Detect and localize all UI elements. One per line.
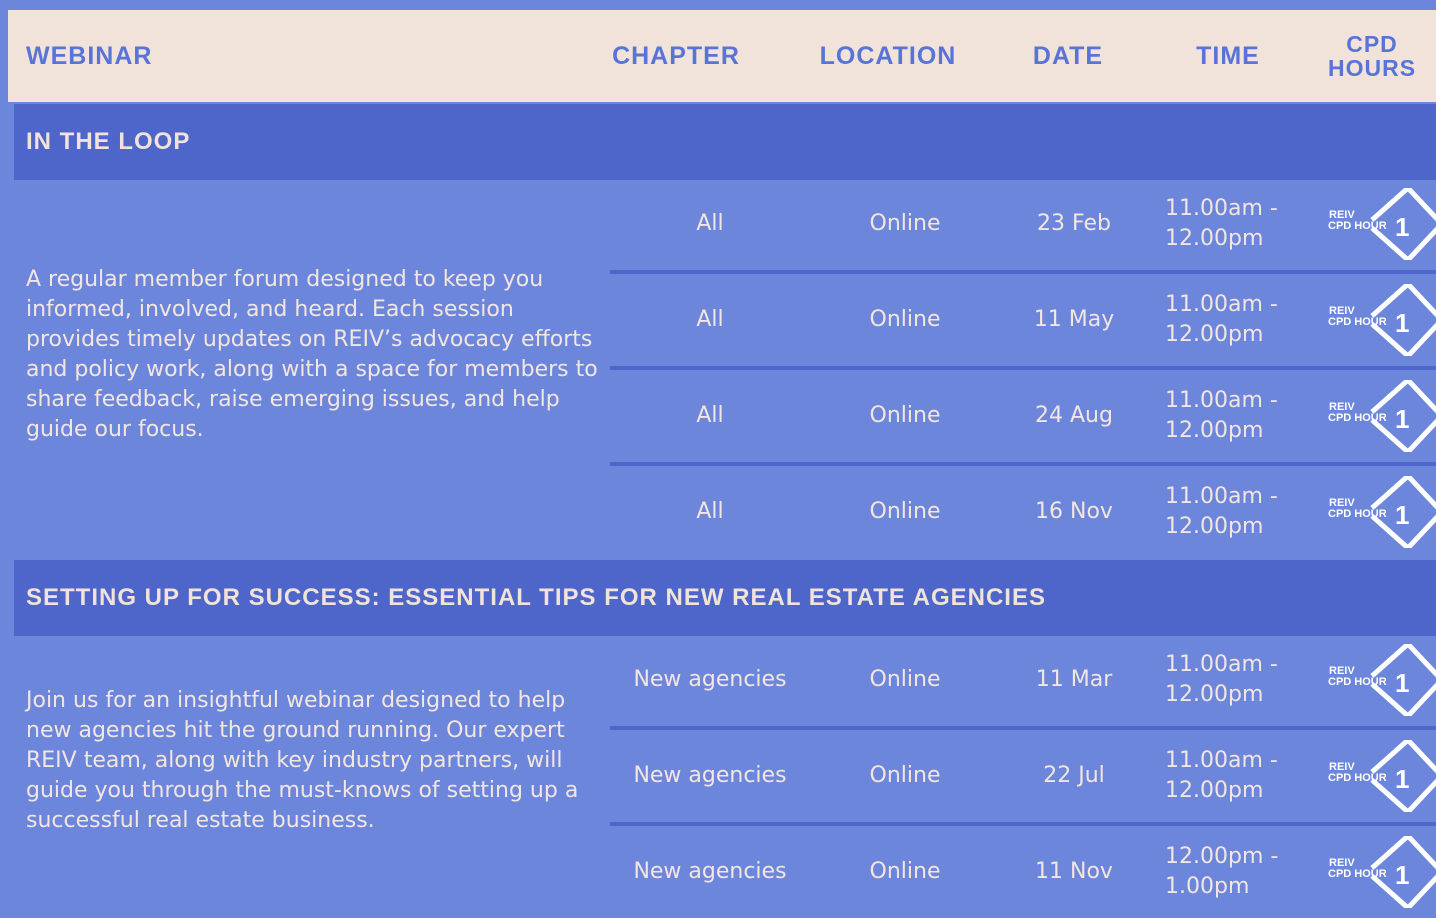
header-cpd-line2: HOURS: [1327, 55, 1417, 81]
badge-number: 1: [1395, 764, 1409, 794]
row-location: Online: [869, 403, 941, 428]
row-chapter: All: [696, 403, 724, 428]
badge-number: 1: [1395, 404, 1409, 434]
session-row: New agencies Online 11 Nov 12.00pm - 1.00pm…: [610, 826, 1436, 918]
cpd-hour-badge-icon: REIVCPD HOUR 1: [1328, 476, 1436, 548]
row-date: 24 Aug: [1035, 403, 1113, 428]
row-time: 11.00am - 12.00pm: [1165, 484, 1278, 539]
badge-number: 1: [1395, 500, 1409, 530]
row-location: Online: [869, 211, 941, 236]
row-date: 11 Mar: [1035, 667, 1113, 692]
header-location: LOCATION: [819, 41, 957, 70]
row-location: Online: [869, 763, 941, 788]
header-date: DATE: [1032, 41, 1104, 70]
badge-line2: CPD HOUR: [1328, 772, 1387, 784]
badge-number: 1: [1395, 668, 1409, 698]
row-date: 11 May: [1033, 307, 1115, 332]
session-row: All Online 11 May 11.00am - 12.00pm REIV CPD …: [610, 274, 1436, 366]
row-location: Online: [869, 859, 941, 884]
cpd-hour-badge-icon: REIVCPD HOUR 1: [1328, 644, 1436, 716]
row-location: Online: [869, 307, 941, 332]
table-header: WEBINAR CHAPTER LOCATION DATE TIME CPD H…: [8, 10, 1436, 102]
badge-line2: CPD HOUR: [1328, 676, 1387, 688]
badge-number: 1: [1395, 212, 1409, 242]
badge-number: 1: [1395, 308, 1409, 338]
row-location: Online: [869, 499, 941, 524]
row-divider: [610, 270, 1436, 274]
cpd-hour-badge-icon: REIVCPD HOUR 1: [1328, 284, 1436, 356]
row-location: Online: [869, 667, 941, 692]
section-description: A regular member forum designed to keep …: [26, 267, 598, 442]
row-time: 11.00am - 12.00pm: [1165, 292, 1278, 347]
row-chapter: All: [696, 307, 724, 332]
row-date: 22 Jul: [1043, 763, 1105, 788]
badge-number: 1: [1395, 860, 1409, 890]
row-time: 11.00am - 12.00pm: [1165, 196, 1278, 251]
badge-line2: CPD HOUR: [1328, 316, 1387, 328]
session-row: New agencies Online 11 Mar 11.00am - 12.00p…: [610, 634, 1436, 726]
row-time: 12.00pm - 1.00pm: [1165, 844, 1279, 899]
session-row: New agencies Online 22 Jul 11.00am - 12.00p…: [610, 730, 1436, 822]
badge-line2: CPD HOUR: [1328, 220, 1387, 232]
section-title-text: SETTING UP FOR SUCCESS: ESSENTIAL TIPS F…: [26, 584, 1046, 611]
row-chapter: All: [696, 499, 724, 524]
row-date: 11 Nov: [1035, 859, 1113, 884]
row-chapter: New agencies: [633, 667, 787, 692]
row-time: 11.00am - 12.00pm: [1165, 652, 1278, 707]
row-chapter: New agencies: [633, 763, 787, 788]
row-divider: [610, 462, 1436, 466]
cpd-hour-badge-icon: REIVCPD HOUR 1: [1328, 380, 1436, 452]
session-row: All Online 24 Aug 11.00am - 12.00pm REIV CPD …: [610, 370, 1436, 462]
row-divider: [610, 366, 1436, 370]
row-date: 23 Feb: [1037, 211, 1111, 236]
row-chapter: New agencies: [633, 859, 787, 884]
section-title-setting-up-for-success: SETTING UP FOR SUCCESS: ESSENTIAL TIPS F…: [14, 560, 1436, 636]
header-chapter: CHAPTER: [612, 41, 740, 70]
header-cpd-hours: CPD HOURS: [1316, 10, 1428, 102]
header-time: TIME: [1196, 41, 1260, 70]
badge-line2: CPD HOUR: [1328, 868, 1387, 880]
cpd-hour-badge-icon: REIVCPD HOUR 1: [1328, 740, 1436, 812]
session-row: All Online 16 Nov 11.00am - 12.00pm REIV CPD …: [610, 466, 1436, 558]
section-title-in-the-loop: IN THE LOOP: [14, 104, 1436, 180]
cpd-hour-badge-icon: REIVCPD HOUR 1: [1328, 188, 1436, 260]
badge-line2: CPD HOUR: [1328, 508, 1387, 520]
row-divider: [610, 726, 1436, 730]
section-description: Join us for an insightful webinar design…: [26, 688, 579, 833]
row-time: 11.00am - 12.00pm: [1165, 388, 1278, 443]
header-cpd-line1: CPD: [1346, 31, 1398, 57]
row-date: 16 Nov: [1035, 499, 1113, 524]
badge-line2: CPD HOUR: [1328, 412, 1387, 424]
row-chapter: All: [696, 211, 724, 236]
section-title-text: IN THE LOOP: [26, 128, 191, 155]
row-time: 11.00am - 12.00pm: [1165, 748, 1278, 803]
session-row: All Online 23 Feb 11.00am - 12.00pm REIV CPD …: [610, 178, 1436, 270]
row-divider: [610, 822, 1436, 826]
header-webinar: WEBINAR: [26, 41, 153, 70]
cpd-hour-badge-icon: REIVCPD HOUR 1: [1328, 836, 1436, 908]
